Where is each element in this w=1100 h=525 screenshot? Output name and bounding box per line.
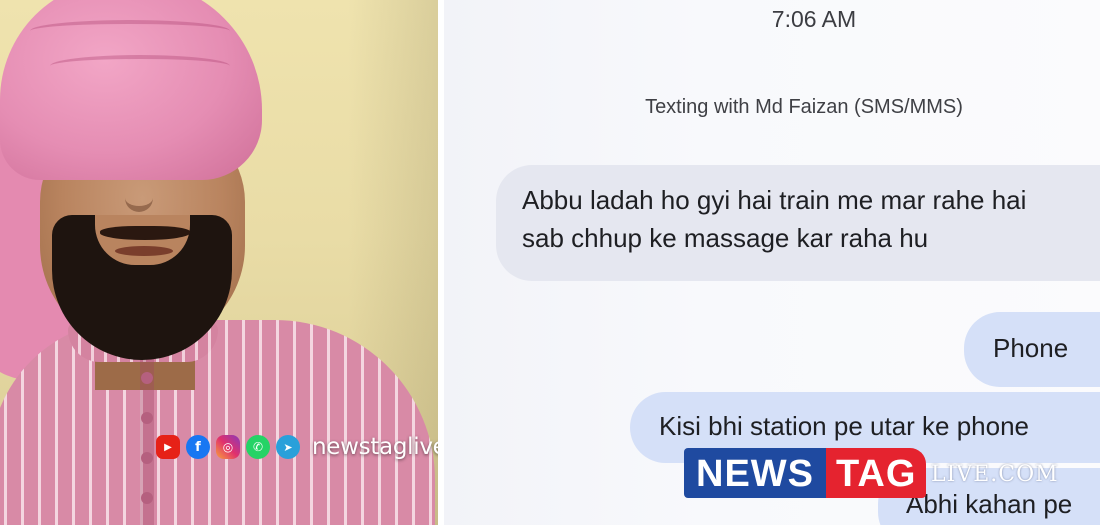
turban-fold	[30, 20, 230, 42]
kurta-button	[141, 412, 153, 424]
turban	[0, 0, 262, 180]
newstag-logo: NEWS TAG	[684, 448, 927, 498]
message-text: Phone	[993, 333, 1069, 363]
portrait-photo: ▶ f ◎ ✆ ➤ newstaglive	[0, 0, 438, 525]
telegram-icon: ➤	[276, 435, 300, 459]
message-text-line: sab chhup ke massage kar raha hu	[522, 222, 929, 253]
message-text: Kisi bhi station pe utar ke phone	[659, 411, 1030, 441]
kurta-button	[141, 452, 153, 464]
logo-tag-text: TAG	[826, 448, 927, 498]
thread-info: Texting with Md Faizan (SMS/MMS)	[645, 96, 963, 118]
logo-live-text: LIVE.COM	[931, 462, 1059, 487]
message-timestamp: 7:06 AM	[771, 6, 857, 32]
lips	[115, 246, 173, 256]
watermark-handle: newstaglive	[312, 434, 438, 460]
sms-conversation: 7:06 AM Texting with Md Faizan (SMS/MMS)…	[444, 0, 1100, 525]
message-text: Abhi kahan pe	[906, 489, 1073, 519]
outgoing-message-bubble[interactable]: Phone	[964, 312, 1100, 387]
turban-fold	[50, 55, 230, 77]
mustache	[100, 226, 190, 240]
youtube-icon: ▶	[156, 435, 180, 459]
kurta-button	[141, 492, 153, 504]
message-text-line: Abbu ladah ho gyi hai train me mar rahe …	[522, 185, 1027, 215]
whatsapp-icon: ✆	[246, 435, 270, 459]
incoming-message-bubble[interactable]: Abbu ladah ho gyi hai train me mar rahe …	[496, 165, 1100, 281]
kurta	[0, 320, 435, 525]
logo-news-text: NEWS	[684, 448, 826, 498]
instagram-icon: ◎	[216, 435, 240, 459]
facebook-icon: f	[186, 435, 210, 459]
social-watermark: ▶ f ◎ ✆ ➤ newstaglive	[156, 434, 438, 460]
kurta-button	[141, 372, 153, 384]
